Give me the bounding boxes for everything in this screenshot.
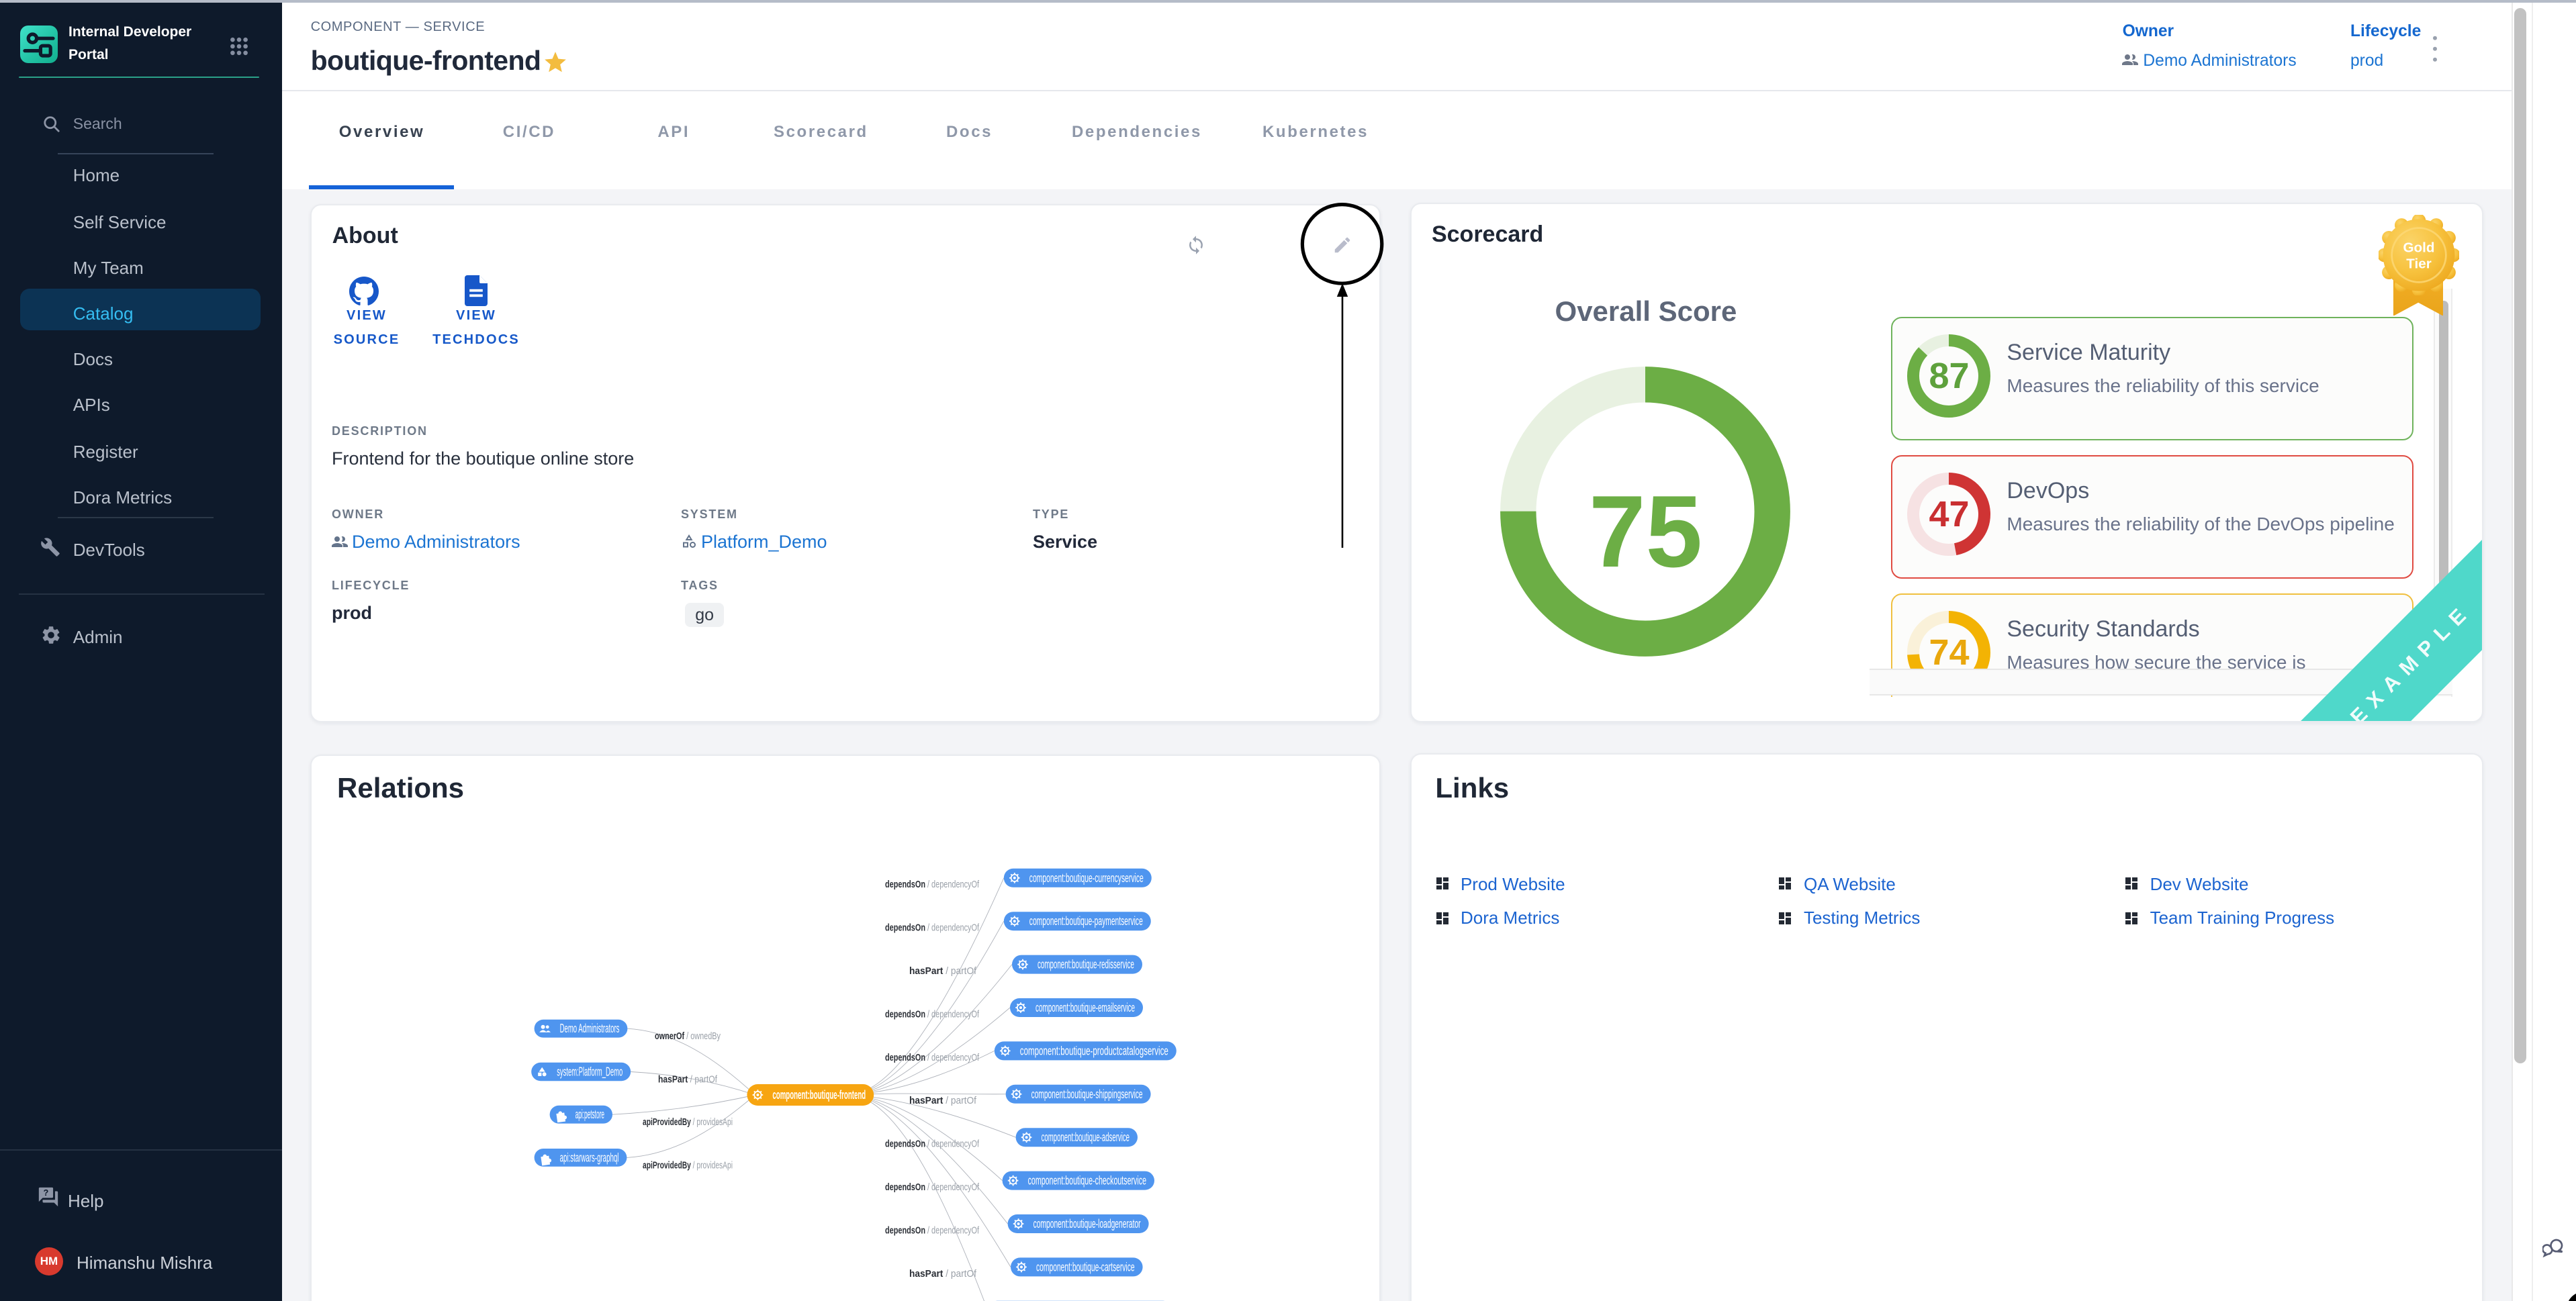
- svg-text:component:boutique-loadgenerat: component:boutique-loadgenerator: [1033, 1216, 1140, 1230]
- svg-text:dependsOn / dependencyOf: dependsOn / dependencyOf: [884, 1051, 979, 1063]
- svg-text:apiProvidedBy / providesApi: apiProvidedBy / providesApi: [642, 1116, 732, 1127]
- svg-text:dependsOn / dependencyOf: dependsOn / dependencyOf: [884, 1224, 979, 1235]
- svg-text:dependsOn / dependencyOf: dependsOn / dependencyOf: [884, 1008, 979, 1019]
- svg-text:component:boutique-frontend: component:boutique-frontend: [772, 1087, 865, 1101]
- svg-text:Tier: Tier: [2407, 256, 2432, 271]
- svg-text:dependsOn / dependencyOf: dependsOn / dependencyOf: [884, 922, 979, 933]
- svg-text:component:boutique-redisservic: component:boutique-redisservice: [1037, 957, 1134, 971]
- svg-text:api:starwars-graphql: api:starwars-graphql: [559, 1150, 618, 1163]
- svg-text:dependsOn / dependencyOf: dependsOn / dependencyOf: [884, 878, 979, 889]
- svg-text:component:boutique-shippingser: component:boutique-shippingservice: [1031, 1087, 1142, 1100]
- svg-text:dependsOn / dependencyOf: dependsOn / dependencyOf: [884, 1181, 979, 1192]
- svg-text:hasPart / partOf: hasPart / partOf: [909, 1267, 976, 1279]
- svg-text:ownerOf / ownedBy: ownerOf / ownedBy: [654, 1030, 720, 1041]
- svg-text:component:boutique-paymentserv: component:boutique-paymentservice: [1029, 914, 1142, 927]
- svg-text:hasPart / partOf: hasPart / partOf: [657, 1073, 717, 1085]
- svg-text:component:boutique-emailservic: component:boutique-emailservice: [1035, 1000, 1134, 1014]
- svg-text:?: ?: [44, 1188, 49, 1198]
- svg-text:component:boutique-cartservice: component:boutique-cartservice: [1036, 1259, 1134, 1273]
- svg-text:hasPart / partOf: hasPart / partOf: [909, 1094, 976, 1106]
- svg-text:Demo Administrators: Demo Administrators: [559, 1021, 619, 1034]
- svg-text:component:boutique-currencyser: component:boutique-currencyservice: [1029, 871, 1143, 884]
- svg-text:hasPart / partOf: hasPart / partOf: [909, 965, 976, 976]
- svg-text:system:Platform_Demo: system:Platform_Demo: [556, 1065, 622, 1079]
- svg-text:api:petstore: api:petstore: [575, 1107, 604, 1120]
- svg-text:Gold: Gold: [2403, 240, 2435, 256]
- svg-text:component:boutique-adservice: component:boutique-adservice: [1041, 1130, 1129, 1143]
- svg-text:component:boutique-productcata: component:boutique-productcatalogservice: [1019, 1043, 1168, 1057]
- svg-text:apiProvidedBy / providesApi: apiProvidedBy / providesApi: [642, 1159, 732, 1170]
- svg-text:component:boutique-checkoutser: component:boutique-checkoutservice: [1027, 1173, 1146, 1187]
- svg-text:dependsOn / dependencyOf: dependsOn / dependencyOf: [884, 1138, 979, 1149]
